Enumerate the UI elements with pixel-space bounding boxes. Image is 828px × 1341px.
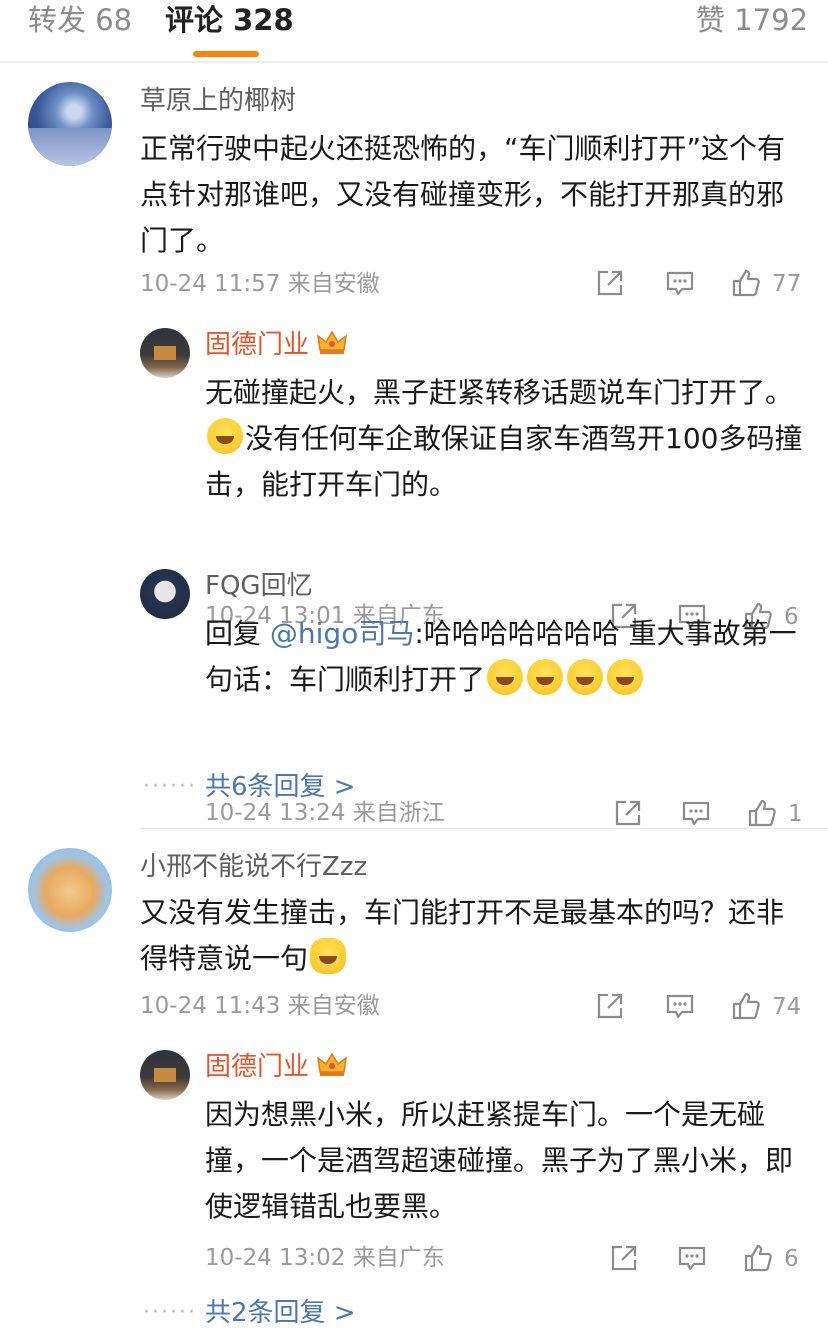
tabs-divider bbox=[0, 61, 828, 63]
crown-badge-icon bbox=[317, 1052, 348, 1076]
share-icon[interactable] bbox=[594, 267, 626, 299]
tab-likes[interactable]: 赞 1792 bbox=[696, 2, 808, 38]
laugh-cry-emoji bbox=[607, 659, 644, 695]
tab-repost[interactable]: 转发 68 bbox=[28, 2, 132, 38]
laugh-cry-emoji bbox=[207, 418, 243, 454]
share-icon[interactable] bbox=[612, 797, 644, 829]
comment-text: 正常行驶中起火还挺恐怖的，“车门顺利打开”这个有点针对那谁吧，又没有碰撞变形，不… bbox=[140, 132, 786, 257]
thumbs-up-icon[interactable] bbox=[746, 797, 778, 829]
comment-actions: 74 bbox=[594, 990, 804, 1024]
reply-actions: 6 bbox=[608, 1242, 818, 1276]
laugh-cry-emoji bbox=[567, 659, 604, 695]
comment-icon[interactable] bbox=[664, 267, 696, 299]
comment-text: 又没有发生撞击，车门能打开不是最基本的吗？还非得特意说一句 bbox=[140, 896, 785, 975]
more-replies-link[interactable]: 共6条回复 > bbox=[205, 770, 356, 804]
reply-text: 无碰撞起火，黑子赶紧转移话题说车门打开了。没有任何车企敢保证自家车酒驾开100多… bbox=[205, 376, 803, 501]
comment-icon[interactable] bbox=[664, 990, 696, 1022]
comment-meta: 10-24 11:43 来自安徽 bbox=[140, 993, 380, 1019]
ellipsis: ······ bbox=[143, 774, 197, 799]
active-tab-indicator bbox=[193, 51, 259, 57]
avatar[interactable] bbox=[140, 1050, 190, 1100]
comment-actions: 77 bbox=[594, 267, 804, 301]
comment-icon[interactable] bbox=[680, 797, 712, 829]
like-count: 74 bbox=[772, 994, 802, 1020]
reply-meta: 10-24 13:02 来自广东 bbox=[205, 1245, 445, 1271]
reply-username[interactable]: 固德门业 bbox=[205, 328, 348, 362]
share-icon[interactable] bbox=[594, 990, 626, 1022]
comment-username[interactable]: 小邢不能说不行Zzz bbox=[140, 850, 367, 884]
avatar[interactable] bbox=[140, 569, 190, 619]
laugh-cry-emoji bbox=[487, 659, 524, 695]
more-replies-link[interactable]: 共2条回复 > bbox=[205, 1296, 356, 1330]
reply-username[interactable]: 固德门业 bbox=[205, 1050, 348, 1084]
thumbs-up-icon[interactable] bbox=[730, 990, 762, 1022]
tab-comments[interactable]: 评论 328 bbox=[165, 2, 294, 38]
avatar[interactable] bbox=[28, 848, 112, 932]
avatar[interactable] bbox=[140, 328, 190, 378]
thumbs-up-icon[interactable] bbox=[742, 1242, 774, 1274]
reply-username[interactable]: FQG回忆 bbox=[205, 569, 313, 603]
crown-badge-icon bbox=[317, 330, 348, 354]
like-count: 77 bbox=[772, 271, 802, 297]
mention-link[interactable]: @higo司马 bbox=[270, 617, 414, 650]
like-count: 1 bbox=[788, 801, 803, 827]
like-count: 6 bbox=[784, 1246, 799, 1272]
reply-actions: 1 bbox=[612, 797, 822, 831]
thumbs-up-icon[interactable] bbox=[730, 267, 762, 299]
laugh-cry-emoji bbox=[527, 659, 564, 695]
comment-icon[interactable] bbox=[676, 1242, 708, 1274]
comment-meta: 10-24 11:57 来自安徽 bbox=[140, 271, 380, 297]
avatar[interactable] bbox=[28, 82, 112, 166]
ellipsis: ······ bbox=[143, 1300, 197, 1325]
comment-username[interactable]: 草原上的椰树 bbox=[140, 84, 296, 118]
share-icon[interactable] bbox=[608, 1242, 640, 1274]
comment-tabs: 转发 68 评论 328 赞 1792 bbox=[0, 0, 828, 63]
comment-divider bbox=[140, 828, 828, 829]
reply-text: 因为想黑小米，所以赶紧提车门。一个是无碰撞，一个是酒驾超速碰撞。黑子为了黑小米，… bbox=[205, 1098, 794, 1223]
reply-text: 回复 @higo司马:哈哈哈哈哈哈哈 重大事故第一句话：车门顺利打开了 bbox=[205, 617, 797, 696]
smirk-emoji bbox=[310, 938, 347, 974]
